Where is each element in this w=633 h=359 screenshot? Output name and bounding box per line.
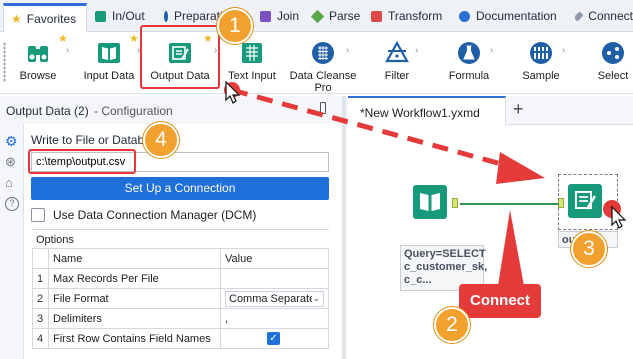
dashed-arrow-head (496, 152, 545, 184)
step-callout-3: 3 (571, 231, 607, 267)
step-callout-4: 4 (143, 122, 179, 158)
dashed-arrow-line (231, 87, 506, 168)
alteryx-designer-window: ★ Favorites In/Out Preparation Join Pars… (0, 0, 633, 359)
connect-pointer (498, 210, 524, 286)
step-callout-2: 2 (434, 307, 470, 343)
step-callout-1: 1 (217, 8, 253, 44)
connect-label: Connect (459, 284, 541, 318)
